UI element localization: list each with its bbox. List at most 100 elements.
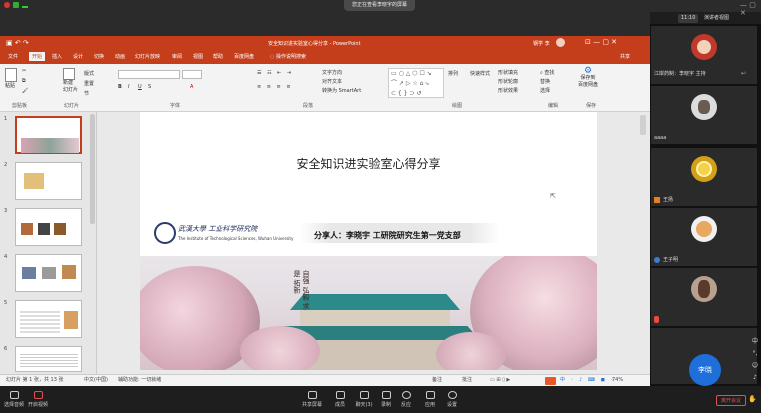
quick-styles-button[interactable]: 快速样式 — [470, 70, 490, 77]
tab-animations[interactable]: 动画 — [115, 53, 125, 60]
font-family-select[interactable] — [118, 70, 180, 79]
section-dropdown[interactable]: 节 — [84, 90, 89, 97]
tab-insert[interactable]: 插入 — [52, 53, 62, 60]
group-clipboard-label: 剪贴板 — [12, 103, 28, 109]
tab-file[interactable]: 文件 — [8, 53, 18, 60]
tab-baidu-netdisk[interactable]: 百度网盘 — [234, 53, 254, 60]
notes-button[interactable]: 备注 — [432, 375, 442, 386]
shape-fill-button[interactable]: 形状填充 — [498, 69, 518, 76]
shape-effects-button[interactable]: 形状效果 — [498, 87, 518, 94]
raise-hand-icon[interactable]: ✋ — [748, 395, 757, 406]
select-button[interactable]: 选择 — [540, 87, 550, 94]
thumb-number: 3 — [4, 208, 8, 214]
current-slide[interactable]: 安全知识进实验室心得分享 ⇱ 武漢大學 工业科学研究院 The Institut… — [140, 112, 597, 370]
side-toolbar[interactable]: 中 °, ☺ ♪ — [750, 336, 760, 384]
leave-meeting-button[interactable]: 离开会议 — [716, 395, 746, 406]
copy-icon[interactable]: ⧉ — [22, 78, 26, 84]
ime-sogou-icon[interactable] — [545, 377, 556, 385]
tab-design[interactable]: 设计 — [73, 53, 83, 60]
slide-counter: 幻灯片 第 1 张，共 13 张 — [6, 377, 64, 383]
shape-outline-button[interactable]: 形状轮廓 — [498, 78, 518, 85]
slide-thumbnail-3[interactable] — [15, 208, 82, 246]
ribbon: 粘贴 ✂ ⧉ 🖌 新建 幻灯片 版式 重置 节 B I U S A ☰ ☷ ⇤ … — [0, 64, 650, 112]
replace-button[interactable]: 替换 — [540, 78, 550, 85]
align-text-button[interactable]: 对齐文本 — [322, 78, 342, 85]
window-controls-icon[interactable]: — ▢ ✕ — [740, 1, 761, 17]
tell-me-search[interactable]: ◌ 操作说明搜索 — [270, 53, 306, 60]
slide-thumbnail-2[interactable] — [15, 162, 82, 200]
tab-view[interactable]: 视图 — [193, 53, 203, 60]
punctuation-icon[interactable]: °, — [753, 350, 758, 357]
screen-share-button[interactable]: 共享屏幕 — [298, 391, 326, 408]
zoom-level[interactable]: 74% — [612, 375, 623, 386]
paste-button[interactable]: 粘贴 — [5, 68, 18, 89]
apps-icon — [425, 391, 435, 399]
mic-off-icon — [654, 316, 659, 323]
speaker-line: 分享人：李晓宇 工研院研究生第一党支部 — [314, 231, 461, 240]
italic-button[interactable]: I — [128, 84, 129, 90]
text-direction-button[interactable]: 文字方向 — [322, 69, 342, 76]
list-buttons-icon[interactable]: ☰ ☷ ⇤ ⇥ — [257, 70, 293, 76]
font-color-button[interactable]: A — [190, 84, 193, 90]
layout-dropdown[interactable]: 版式 — [84, 70, 94, 77]
tab-help[interactable]: 帮助 — [213, 53, 223, 60]
view-buttons-icon[interactable]: ▭ ⊞ ▯ ▶ — [490, 375, 510, 386]
save-to-baidu-button[interactable]: ⚙ 保存到 百度网盘 — [578, 67, 598, 89]
user-avatar[interactable] — [556, 38, 565, 47]
video-button[interactable]: 开启视频 — [24, 391, 52, 408]
slide-thumbnail-1[interactable] — [15, 116, 82, 154]
smartart-button[interactable]: 转换为 SmartArt — [322, 87, 361, 94]
participant-name: 王子明 — [663, 257, 679, 263]
tab-review[interactable]: 审阅 — [172, 53, 182, 60]
emoji-icon[interactable]: ☺ — [752, 362, 758, 369]
slide-thumbnail-6[interactable] — [15, 346, 82, 372]
arrange-button[interactable]: 排列 — [448, 70, 458, 77]
font-size-select[interactable] — [182, 70, 202, 79]
language-indicator[interactable]: 中文(中国) — [84, 375, 108, 386]
user-name[interactable]: 钢学 李 — [533, 40, 550, 47]
reactions-icon — [401, 391, 411, 399]
new-slide-button[interactable]: 新建 幻灯片 — [63, 68, 78, 94]
reply-icon[interactable]: ↩ — [741, 70, 746, 77]
participant-tile-6[interactable]: 李晓 — [651, 328, 757, 386]
screen-share-notice[interactable]: 您正在查看李晓宇的屏幕 — [344, 0, 416, 11]
ppt-window-controls-icon[interactable]: ⊡ — ▢ ✕ — [585, 38, 617, 46]
thumb-number: 5 — [4, 300, 8, 306]
participant-tile-3[interactable]: 王扬 — [651, 148, 757, 206]
comments-button[interactable]: 批注 — [462, 375, 472, 386]
canvas-scrollbar[interactable] — [640, 115, 646, 135]
find-button[interactable]: ⌕ 查找 — [540, 69, 554, 76]
ppt-status-bar: 幻灯片 第 1 张，共 13 张 中文(中国) 辅助功能: 一切就绪 备注 批注… — [0, 374, 650, 386]
shared-screen-top-gap — [0, 12, 650, 36]
mic-icon[interactable]: ♪ — [753, 374, 757, 381]
ime-cn-icon[interactable]: 中 — [752, 338, 758, 345]
layout-button[interactable]: 演讲者视图 — [704, 14, 729, 23]
align-buttons-icon[interactable]: ≡ ≡ ≡ ≡ — [257, 84, 293, 90]
mic-muted-icon — [654, 197, 660, 203]
format-painter-icon[interactable]: 🖌 — [22, 88, 28, 94]
tab-transitions[interactable]: 切换 — [94, 53, 104, 60]
strikethrough-button[interactable]: S — [148, 84, 151, 90]
participant-tile-5[interactable] — [651, 268, 757, 326]
bold-button[interactable]: B — [118, 84, 122, 90]
chat-preview[interactable]: 江岸药制：李晓宇 主持 — [654, 70, 706, 77]
slide-thumbnail-5[interactable] — [15, 300, 82, 338]
accessibility-status[interactable]: 辅助功能: 一切就绪 — [118, 375, 161, 386]
participant-tile-2[interactable]: aaaa — [651, 86, 757, 144]
shapes-gallery[interactable]: ▭ ○ △ ⬡ ☐ ↘ ⌒ ↗ ▷ ☆ ⌂ ⤷ ⊂ { } ⊃ ↺ — [388, 68, 444, 98]
ime-toolbar-icon[interactable]: 中 ◦ ♪ ⌨ ◼ ⁘ — [560, 375, 617, 386]
reset-button[interactable]: 重置 — [84, 80, 94, 87]
save-icon[interactable]: ▣ ↶ ↷ — [6, 39, 29, 47]
participant-tile-4[interactable]: 王子明 — [651, 208, 757, 266]
building-roof-top — [290, 294, 460, 310]
slide-thumbnail-4[interactable] — [15, 254, 82, 292]
thumbnail-scrollbar[interactable] — [90, 114, 95, 224]
settings-button[interactable]: 设置 — [438, 391, 466, 408]
participant-tile-1[interactable]: 江岸药制：李晓宇 主持 ↩ — [651, 26, 757, 84]
underline-button[interactable]: U — [138, 84, 142, 90]
tab-slideshow[interactable]: 幻灯片放映 — [135, 53, 160, 60]
share-button[interactable]: 共享 — [620, 53, 630, 60]
participant-name: 王扬 — [663, 197, 674, 203]
cut-icon[interactable]: ✂ — [22, 68, 26, 74]
tab-home[interactable]: 开始 — [29, 52, 46, 61]
